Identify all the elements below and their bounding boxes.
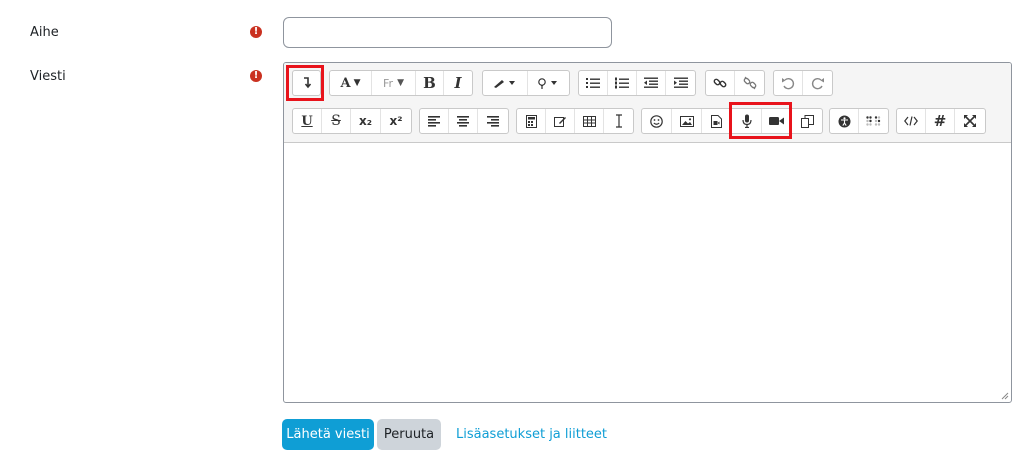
font-button[interactable]: A ▼ <box>330 71 372 95</box>
align-center-button[interactable] <box>449 109 478 133</box>
text-cursor-icon <box>615 114 622 128</box>
fullscreen-button[interactable] <box>955 109 984 133</box>
align-right-button[interactable] <box>478 109 507 133</box>
superscript-button[interactable]: x² <box>381 109 411 133</box>
submit-button[interactable]: Lähetä viesti <box>282 419 374 450</box>
accessibility-icon <box>838 115 850 127</box>
subject-input[interactable] <box>283 17 612 48</box>
media-button[interactable] <box>702 109 732 133</box>
braille-icon <box>865 116 880 126</box>
bulb-icon <box>537 77 557 89</box>
message-editor: A ▼ Fr ▼ B I U S x₂ x² # <box>283 62 1012 403</box>
indent-button[interactable] <box>666 71 695 95</box>
toolbar-group-history <box>773 70 833 96</box>
unlink-button[interactable] <box>735 71 764 95</box>
record-video-button[interactable] <box>762 109 792 133</box>
screenreader-helper-button[interactable] <box>859 109 888 133</box>
bold-button[interactable]: B <box>416 71 444 95</box>
undo-button[interactable] <box>774 71 803 95</box>
edit-button[interactable] <box>546 109 575 133</box>
record-audio-button[interactable] <box>732 109 762 133</box>
outdent-button[interactable] <box>637 71 666 95</box>
toolbar-group-source: # <box>896 108 986 134</box>
italic-button[interactable]: I <box>444 71 472 95</box>
accessibility-checker-button[interactable] <box>830 109 859 133</box>
toolbar-group-align <box>419 108 509 134</box>
resize-handle-icon[interactable] <box>1001 392 1009 400</box>
toolbar-group-font: A ▼ Fr ▼ B I <box>329 70 473 96</box>
subject-label: Aihe <box>30 25 59 40</box>
paragraph-style-button[interactable]: Fr ▼ <box>372 71 416 95</box>
smiley-icon <box>650 114 663 128</box>
background-color-button[interactable] <box>528 71 569 95</box>
font-color-button[interactable] <box>483 71 528 95</box>
strikethrough-button[interactable]: S <box>322 109 351 133</box>
unordered-list-button[interactable] <box>579 71 608 95</box>
hashtag-button[interactable]: # <box>926 109 955 133</box>
toolbar-group-lists <box>578 70 696 96</box>
link-button[interactable] <box>706 71 735 95</box>
html-source-button[interactable] <box>897 109 926 133</box>
emoji-button[interactable] <box>642 109 672 133</box>
align-left-icon <box>428 115 440 127</box>
microphone-icon <box>741 114 752 128</box>
required-icon: ! <box>250 70 262 82</box>
toolbar-group-insert <box>516 108 634 134</box>
brush-icon <box>494 80 515 88</box>
message-label: Viesti <box>30 69 66 84</box>
link-icon <box>713 78 727 88</box>
undo-icon <box>782 77 795 90</box>
copy-button[interactable] <box>792 109 822 133</box>
video-camera-icon <box>769 117 784 125</box>
file-video-icon <box>711 114 722 128</box>
numbered-list-icon <box>615 77 629 89</box>
outdent-icon <box>644 77 658 88</box>
toolbar-group-toggle <box>292 70 321 96</box>
cancel-button[interactable]: Peruuta <box>377 419 441 450</box>
toolbar-group-accessibility <box>829 108 889 134</box>
align-right-icon <box>486 115 499 127</box>
list-icon <box>586 78 600 88</box>
ordered-list-button[interactable] <box>608 71 637 95</box>
toggle-toolbar-button[interactable] <box>293 71 320 95</box>
code-icon <box>904 116 918 126</box>
expand-icon <box>963 115 976 127</box>
required-icon: ! <box>250 26 262 38</box>
align-left-button[interactable] <box>420 109 449 133</box>
align-center-icon <box>457 115 469 127</box>
toolbar-group-text-style: U S x₂ x² <box>292 108 412 134</box>
indent-icon <box>673 77 688 88</box>
table-button[interactable] <box>575 109 604 133</box>
toolbar-group-media <box>641 108 823 134</box>
advanced-settings-link[interactable]: Lisäasetukset ja liitteet <box>456 427 607 442</box>
redo-icon <box>811 77 824 90</box>
subscript-button[interactable]: x₂ <box>351 109 381 133</box>
redo-button[interactable] <box>803 71 832 95</box>
toolbar-group-color <box>482 70 570 96</box>
copy-icon <box>800 114 814 128</box>
equation-button[interactable] <box>517 109 546 133</box>
underline-button[interactable]: U <box>293 109 322 133</box>
calculator-icon <box>525 114 537 128</box>
image-button[interactable] <box>672 109 702 133</box>
arrow-down-icon <box>303 77 311 89</box>
edit-icon <box>553 116 566 127</box>
table-icon <box>582 115 596 127</box>
toolbar-group-links <box>705 70 765 96</box>
image-icon <box>679 115 694 127</box>
clear-formatting-button[interactable] <box>604 109 633 133</box>
unlink-icon <box>743 76 756 90</box>
editor-toolbar: A ▼ Fr ▼ B I U S x₂ x² # <box>284 63 1011 143</box>
message-textarea[interactable] <box>284 144 1011 402</box>
